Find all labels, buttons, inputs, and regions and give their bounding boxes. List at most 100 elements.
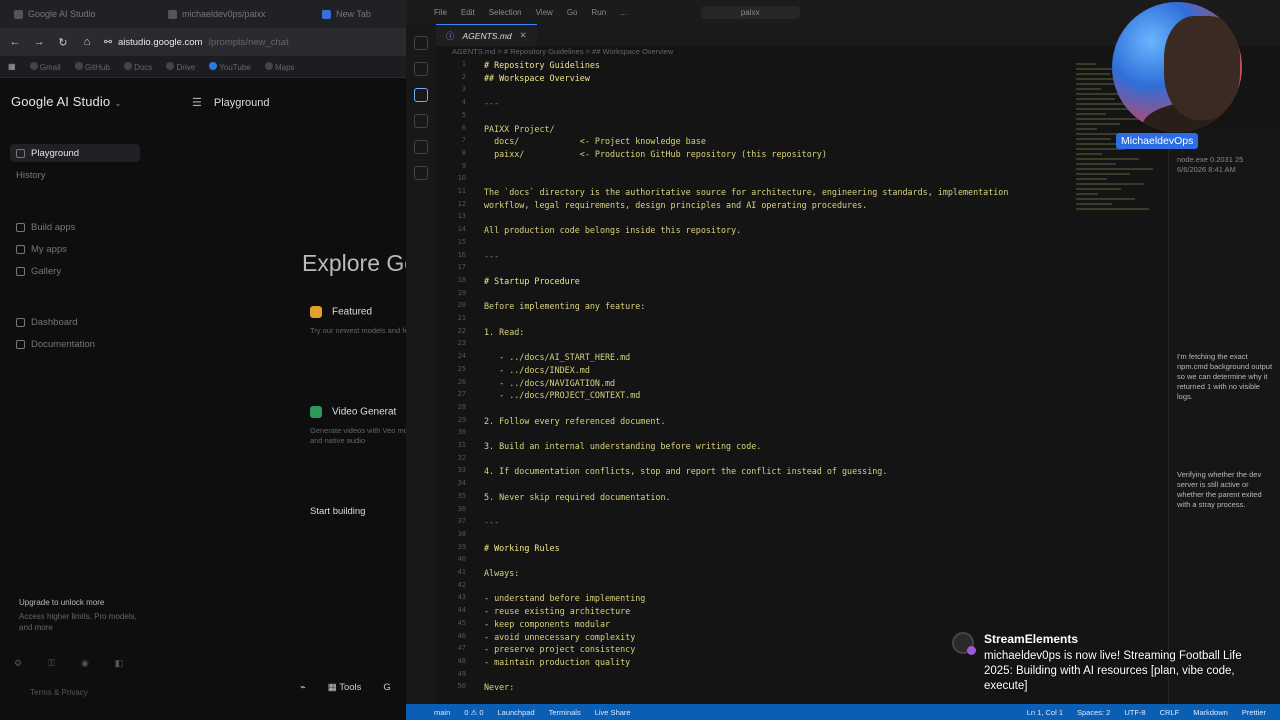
code-line[interactable]: 25 - ../docs/INDEX.md (436, 365, 1076, 377)
bookmark[interactable]: YouTube (209, 61, 251, 72)
code-line[interactable]: 1 # Repository Guidelines (436, 60, 1076, 72)
sidebar-item-build-apps[interactable]: Build apps (10, 218, 140, 236)
featured-card[interactable]: Featured Try our newest models and featu… (310, 306, 406, 336)
line-endings[interactable]: CRLF (1160, 708, 1180, 717)
code-line[interactable]: 9 (436, 162, 1076, 174)
live-share-indicator[interactable]: Live Share (595, 708, 631, 717)
attach-icon[interactable]: ⌁ (300, 682, 306, 693)
search-icon[interactable] (414, 62, 428, 76)
code-line[interactable]: 6 PAIXX Project/ (436, 124, 1076, 136)
browser-tab[interactable]: New Tab (314, 3, 384, 25)
tools-button[interactable]: ▦ Tools (328, 682, 362, 693)
language-mode[interactable]: Markdown (1193, 708, 1228, 717)
code-line[interactable]: 21 (436, 314, 1076, 326)
code-line[interactable]: 14 All production code belongs inside thi… (436, 225, 1076, 237)
browser-tab[interactable]: Google AI Studio (6, 3, 156, 25)
code-line[interactable]: 30 (436, 428, 1076, 440)
terminals-indicator[interactable]: Terminals (549, 708, 581, 717)
sidebar-item-documentation[interactable]: Documentation (10, 335, 140, 353)
encoding[interactable]: UTF-8 (1124, 708, 1145, 717)
code-line[interactable]: 36 (436, 505, 1076, 517)
code-line[interactable]: 32 (436, 454, 1076, 466)
code-line[interactable]: 5 (436, 111, 1076, 123)
menu-edit[interactable]: Edit (461, 8, 475, 17)
bookmark[interactable]: Maps (264, 61, 295, 72)
formatter[interactable]: Prettier (1242, 708, 1266, 717)
run-debug-icon[interactable] (414, 114, 428, 128)
code-line[interactable]: 12 workflow, legal requirements, design p… (436, 200, 1076, 212)
video-generation-card[interactable]: Video Generat Generate videos with Veo m… (310, 406, 406, 446)
model-button[interactable]: G (383, 682, 390, 693)
code-line[interactable]: 26 - ../docs/NAVIGATION.md (436, 378, 1076, 390)
code-line[interactable]: 37 --- (436, 517, 1076, 529)
code-line[interactable]: 43 - understand before implementing (436, 593, 1076, 605)
code-line[interactable]: 44 - reuse existing architecture (436, 606, 1076, 618)
url-field[interactable]: ⚯ aistudio.google.com /prompts/new_chat (104, 37, 289, 48)
bookmark[interactable]: Docs (123, 61, 152, 72)
branch-indicator[interactable]: main (434, 708, 450, 717)
browser-tab[interactable]: michaeldev0ps/paixx (160, 3, 310, 25)
bookmark[interactable]: Drive (166, 61, 195, 72)
code-line[interactable]: 2 ## Workspace Overview (436, 73, 1076, 85)
apps-grid-icon[interactable]: ▦ (8, 62, 16, 71)
code-line[interactable]: 8 paixx/ <- Production GitHub repository… (436, 149, 1076, 161)
forward-arrow-icon[interactable]: → (32, 36, 46, 48)
code-line[interactable]: 17 (436, 263, 1076, 275)
code-line[interactable]: 40 (436, 555, 1076, 567)
sidebar-item-history[interactable]: History (10, 166, 140, 184)
menu-view[interactable]: View (536, 8, 553, 17)
code-line[interactable]: 13 (436, 212, 1076, 224)
indentation[interactable]: Spaces: 2 (1077, 708, 1110, 717)
cursor-position[interactable]: Ln 1, Col 1 (1027, 708, 1063, 717)
back-arrow-icon[interactable]: ← (8, 36, 22, 48)
code-line[interactable]: 42 (436, 581, 1076, 593)
code-line[interactable]: 23 (436, 339, 1076, 351)
menu-run[interactable]: Run (591, 8, 606, 17)
code-line[interactable]: 16 --- (436, 251, 1076, 263)
code-editor[interactable]: 1 # Repository Guidelines 2 ## Workspace Ov… (436, 60, 1076, 704)
code-line[interactable]: 41 Always: (436, 568, 1076, 580)
code-line[interactable]: 3 (436, 85, 1076, 97)
extensions-icon[interactable] (414, 140, 428, 154)
menu-icon[interactable]: ☰ (192, 96, 202, 109)
home-icon[interactable]: ⌂ (80, 36, 94, 48)
settings-icon[interactable]: ⚙ (14, 658, 22, 669)
code-line[interactable]: 11 The `docs` directory is the authoritat… (436, 187, 1076, 199)
sidebar-footer-text[interactable]: Terms & Privacy (30, 688, 88, 697)
breadcrumb[interactable]: AGENTS.md > # Repository Guidelines > ##… (452, 47, 673, 56)
source-control-icon[interactable] (414, 88, 428, 102)
tab-agents-md[interactable]: ⓘ AGENTS.md ✕ (436, 24, 537, 46)
explorer-icon[interactable] (414, 36, 428, 50)
key-icon[interactable]: ⚿ (48, 658, 55, 669)
code-line[interactable]: 22 1. Read: (436, 327, 1076, 339)
code-line[interactable]: 28 (436, 403, 1076, 415)
menu-selection[interactable]: Selection (489, 8, 522, 17)
code-line[interactable]: 7 docs/ <- Project knowledge base (436, 136, 1076, 148)
code-line[interactable]: 20 Before implementing any feature: (436, 301, 1076, 313)
problems-indicator[interactable]: 0 ⚠ 0 (464, 708, 483, 717)
upgrade-promo[interactable]: Upgrade to unlock more Access higher lim… (19, 598, 139, 633)
site-info-icon[interactable]: ⚯ (104, 37, 112, 48)
bookmark[interactable]: Gmail (29, 61, 61, 72)
menu-more[interactable]: ... (620, 8, 627, 17)
launchpad-indicator[interactable]: Launchpad (498, 708, 535, 717)
code-line[interactable]: 45 - keep components modular (436, 619, 1076, 631)
code-line[interactable]: 33 4. If documentation conflicts, stop an… (436, 466, 1076, 478)
account-icon[interactable]: ◉ (81, 658, 89, 669)
code-line[interactable]: 34 (436, 479, 1076, 491)
sidebar-item-my-apps[interactable]: My apps (10, 240, 140, 258)
close-icon[interactable]: ✕ (520, 30, 527, 41)
code-line[interactable]: 19 (436, 289, 1076, 301)
code-line[interactable]: 31 3. Build an internal understanding bef… (436, 441, 1076, 453)
sidebar-item-playground[interactable]: Playground (10, 144, 140, 162)
code-line[interactable]: 27 - ../docs/PROJECT_CONTEXT.md (436, 390, 1076, 402)
code-line[interactable]: 24 - ../docs/AI_START_HERE.md (436, 352, 1076, 364)
collapse-icon[interactable]: ◧ (115, 658, 124, 669)
code-line[interactable]: 4 --- (436, 98, 1076, 110)
code-line[interactable]: 10 (436, 174, 1076, 186)
bookmark[interactable]: GitHub (74, 61, 110, 72)
studio-logo[interactable]: Google AI Studio ⌄ (11, 94, 122, 109)
menu-file[interactable]: File (434, 8, 447, 17)
reload-icon[interactable]: ↻ (56, 36, 70, 49)
code-line[interactable]: 35 5. Never skip required documentation. (436, 492, 1076, 504)
